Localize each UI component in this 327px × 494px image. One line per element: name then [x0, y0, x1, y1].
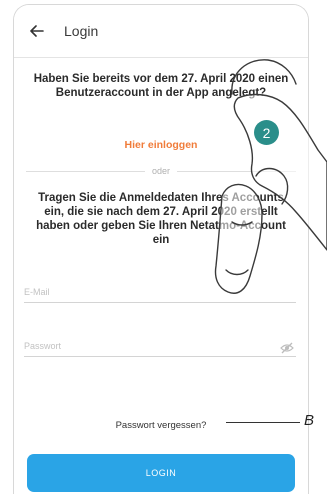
- eye-off-icon[interactable]: [280, 341, 294, 354]
- callout-line: [226, 422, 300, 423]
- callout-label: B: [304, 412, 315, 429]
- password-placeholder: Passwort: [24, 341, 62, 351]
- new-account-instructions: Tragen Sie die Anmeldedaten Ihres Accoun…: [36, 192, 286, 246]
- login-button[interactable]: LOGIN: [27, 454, 295, 492]
- password-field[interactable]: Passwort: [24, 334, 296, 357]
- phone-frame: Login Haben Sie bereits vor dem 27. Apri…: [13, 4, 309, 494]
- email-field[interactable]: E-Mail: [24, 280, 296, 303]
- arrow-left-icon[interactable]: [26, 20, 48, 42]
- app-bar: Login: [14, 5, 308, 58]
- email-placeholder: E-Mail: [24, 287, 50, 297]
- divider-line-right: [177, 171, 296, 172]
- or-divider: oder: [26, 166, 296, 176]
- existing-account-question: Haben Sie bereits vor dem 27. April 2020…: [33, 73, 289, 99]
- page-title: Login: [64, 23, 99, 39]
- step-badge: 2: [254, 120, 279, 145]
